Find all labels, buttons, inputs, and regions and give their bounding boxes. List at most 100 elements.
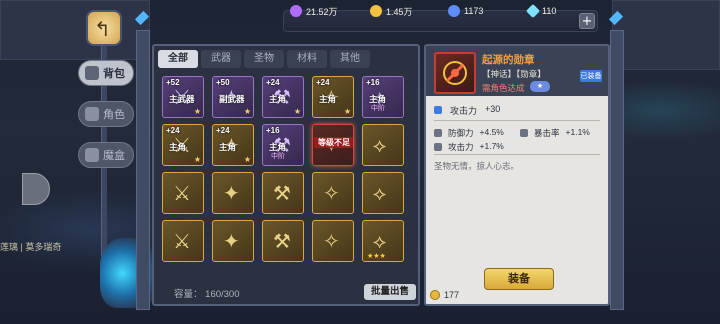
level-insufficient-overlay: 等级不足 bbox=[314, 137, 353, 148]
slot-label: 主角 bbox=[319, 94, 337, 104]
inventory-slot[interactable]: ✧ +24 主角 ★ bbox=[312, 76, 354, 118]
inventory-slot[interactable]: ✦ +24 主角 ★ bbox=[212, 124, 254, 166]
inventory-slot[interactable]: ⟡ bbox=[362, 172, 404, 214]
nav-magic-box[interactable]: 魔盒 bbox=[78, 142, 134, 168]
stat-attack: 攻击力 +1.7% bbox=[434, 141, 524, 153]
inventory-slot[interactable]: ✧等级不足 bbox=[312, 124, 354, 166]
slot-level: +16 bbox=[366, 78, 380, 87]
slot-level: +50 bbox=[216, 78, 230, 87]
magic-box-icon bbox=[85, 148, 99, 162]
slot-level: +24 bbox=[316, 78, 330, 87]
star-icon: ★ bbox=[293, 107, 301, 116]
slot-label: 副武器 bbox=[219, 94, 245, 104]
tab-materials[interactable]: 材料 bbox=[287, 50, 327, 68]
capacity-value: 160/300 bbox=[205, 289, 240, 300]
stat-name: 暴击率 bbox=[534, 128, 560, 138]
frame-pillar-right bbox=[610, 30, 624, 310]
inventory-slot[interactable]: ⚔ bbox=[162, 172, 204, 214]
equipment-art-icon: ✧ bbox=[323, 229, 340, 253]
inventory-slot[interactable]: ✦ bbox=[212, 220, 254, 262]
stat-crit: 暴击率 +1.1% bbox=[520, 127, 606, 139]
tab-other[interactable]: 其他 bbox=[330, 50, 370, 68]
star-icon: ★ bbox=[343, 107, 351, 116]
star-icon: ★ bbox=[193, 155, 201, 164]
bag-icon bbox=[85, 66, 99, 80]
inventory-slot[interactable]: ⚔ +52 主武器 ★ bbox=[162, 76, 204, 118]
item-type: 【神话】【勋章】 bbox=[482, 69, 546, 79]
currency-blue: 1173 bbox=[448, 3, 483, 19]
main-stat: 攻击力 +30 bbox=[434, 104, 500, 117]
star-icon: ★ bbox=[243, 155, 251, 164]
slot-label: 主武器 bbox=[169, 94, 195, 104]
inventory-slot[interactable]: ⚔ bbox=[162, 220, 204, 262]
capacity-indicator: 容量： 160/300 bbox=[174, 286, 240, 300]
slot-sublabel: 中阶 bbox=[271, 153, 285, 160]
nav-bag[interactable]: 背包 bbox=[78, 60, 134, 86]
slot-level: +16 bbox=[266, 126, 280, 135]
equipment-art-icon: ⚒ bbox=[273, 181, 291, 205]
inventory-slot[interactable]: ✦ bbox=[212, 172, 254, 214]
inventory-tabs: 全部 武器 圣物 材料 其他 bbox=[158, 50, 370, 68]
currency-value: 1.45万 bbox=[386, 6, 413, 17]
slot-level: +52 bbox=[166, 78, 180, 87]
stat-defense: 防御力 +4.5% bbox=[434, 127, 520, 139]
tab-weapons[interactable]: 武器 bbox=[201, 50, 241, 68]
stat-row: 攻击力 +1.7% bbox=[434, 140, 606, 154]
tab-all[interactable]: 全部 bbox=[158, 50, 198, 68]
inventory-slot[interactable]: ⚒ bbox=[262, 220, 304, 262]
equipment-art-icon: ⚒ bbox=[273, 229, 291, 253]
nav-character-label: 角色 bbox=[103, 109, 125, 121]
medal-item-icon bbox=[434, 52, 476, 94]
equipped-badge: 已装备 bbox=[580, 70, 602, 82]
equipment-art-icon: ✦ bbox=[223, 181, 240, 205]
side-caption: 莲璃 | 莫多瑞奇 bbox=[0, 242, 62, 252]
inventory-slot[interactable]: ⚒ bbox=[262, 172, 304, 214]
inventory-panel: 全部 武器 圣物 材料 其他 ⚔ +52 主武器 ★ ✦ +50 副武器 ★ ⚒ +24 主角 ★ ✧ +… bbox=[152, 44, 420, 306]
stat-value: +4.5% bbox=[479, 127, 504, 137]
background-roof bbox=[0, 0, 150, 60]
equipment-art-icon: ⚔ bbox=[173, 181, 191, 205]
item-title: 起源的勋章 bbox=[482, 54, 535, 66]
character-icon bbox=[85, 107, 99, 121]
requirement-badge-icon: ★ bbox=[530, 81, 550, 92]
inventory-slot[interactable]: ✧ bbox=[312, 172, 354, 214]
slot-label: 主角 bbox=[169, 142, 187, 152]
currency-gold: 1.45万 bbox=[370, 3, 413, 19]
capacity-label: 容量： bbox=[174, 289, 203, 300]
inventory-slot[interactable]: ✧ bbox=[312, 220, 354, 262]
inventory-slot[interactable]: ⟡ bbox=[362, 124, 404, 166]
background-roof bbox=[612, 0, 720, 70]
inventory-slot[interactable]: ✦ +50 副武器 ★ bbox=[212, 76, 254, 118]
sell-price-value: 177 bbox=[444, 290, 460, 300]
inventory-slot[interactable]: ⚒ +24 主角 ★ bbox=[262, 76, 304, 118]
currency-purple: 21.52万 bbox=[290, 3, 338, 19]
stat-value: +1.7% bbox=[479, 141, 504, 151]
back-button[interactable]: ↰ bbox=[86, 10, 122, 46]
sub-stats: 防御力 +4.5% 暴击率 +1.1% 攻击力 +1.7% bbox=[434, 126, 606, 154]
medal-art bbox=[443, 61, 467, 85]
defense-icon bbox=[434, 129, 442, 137]
main-stat-value: +30 bbox=[485, 104, 501, 114]
main-stat-name: 攻击力 bbox=[450, 106, 478, 116]
equip-button[interactable]: 装备 bbox=[484, 268, 554, 290]
slot-level: +24 bbox=[216, 126, 230, 135]
stat-name: 防御力 bbox=[448, 128, 474, 138]
item-detail-panel: 起源的勋章 【神话】【勋章】 需角色达成 ★ 已装备 攻击力 +30 防御力 +… bbox=[424, 44, 610, 306]
back-arrow-icon: ↰ bbox=[94, 17, 111, 41]
nav-character[interactable]: 角色 bbox=[78, 101, 134, 127]
add-currency-button[interactable]: + bbox=[579, 13, 595, 29]
inventory-slot[interactable]: ⚒ +16 主角 中阶 bbox=[262, 124, 304, 166]
inventory-slot[interactable]: ⚔ +24 主角 ★ bbox=[162, 124, 204, 166]
three-stars-icon: ★★★ bbox=[367, 252, 386, 260]
attack-icon bbox=[434, 106, 442, 114]
bulk-sell-button[interactable]: 批量出售 bbox=[364, 284, 416, 300]
tab-relics[interactable]: 圣物 bbox=[244, 50, 284, 68]
inventory-slot[interactable]: ⟡ ★★★ bbox=[362, 220, 404, 262]
sell-price: 177 bbox=[430, 290, 459, 300]
star-icon: ★ bbox=[243, 107, 251, 116]
nav-magic-box-label: 魔盒 bbox=[103, 150, 125, 162]
currency-value: 1173 bbox=[464, 6, 484, 16]
slot-label: 主角 bbox=[219, 142, 237, 152]
inventory-slot[interactable]: ⟡ +16 主角 中阶 bbox=[362, 76, 404, 118]
slot-sublabel: 中阶 bbox=[371, 105, 385, 112]
